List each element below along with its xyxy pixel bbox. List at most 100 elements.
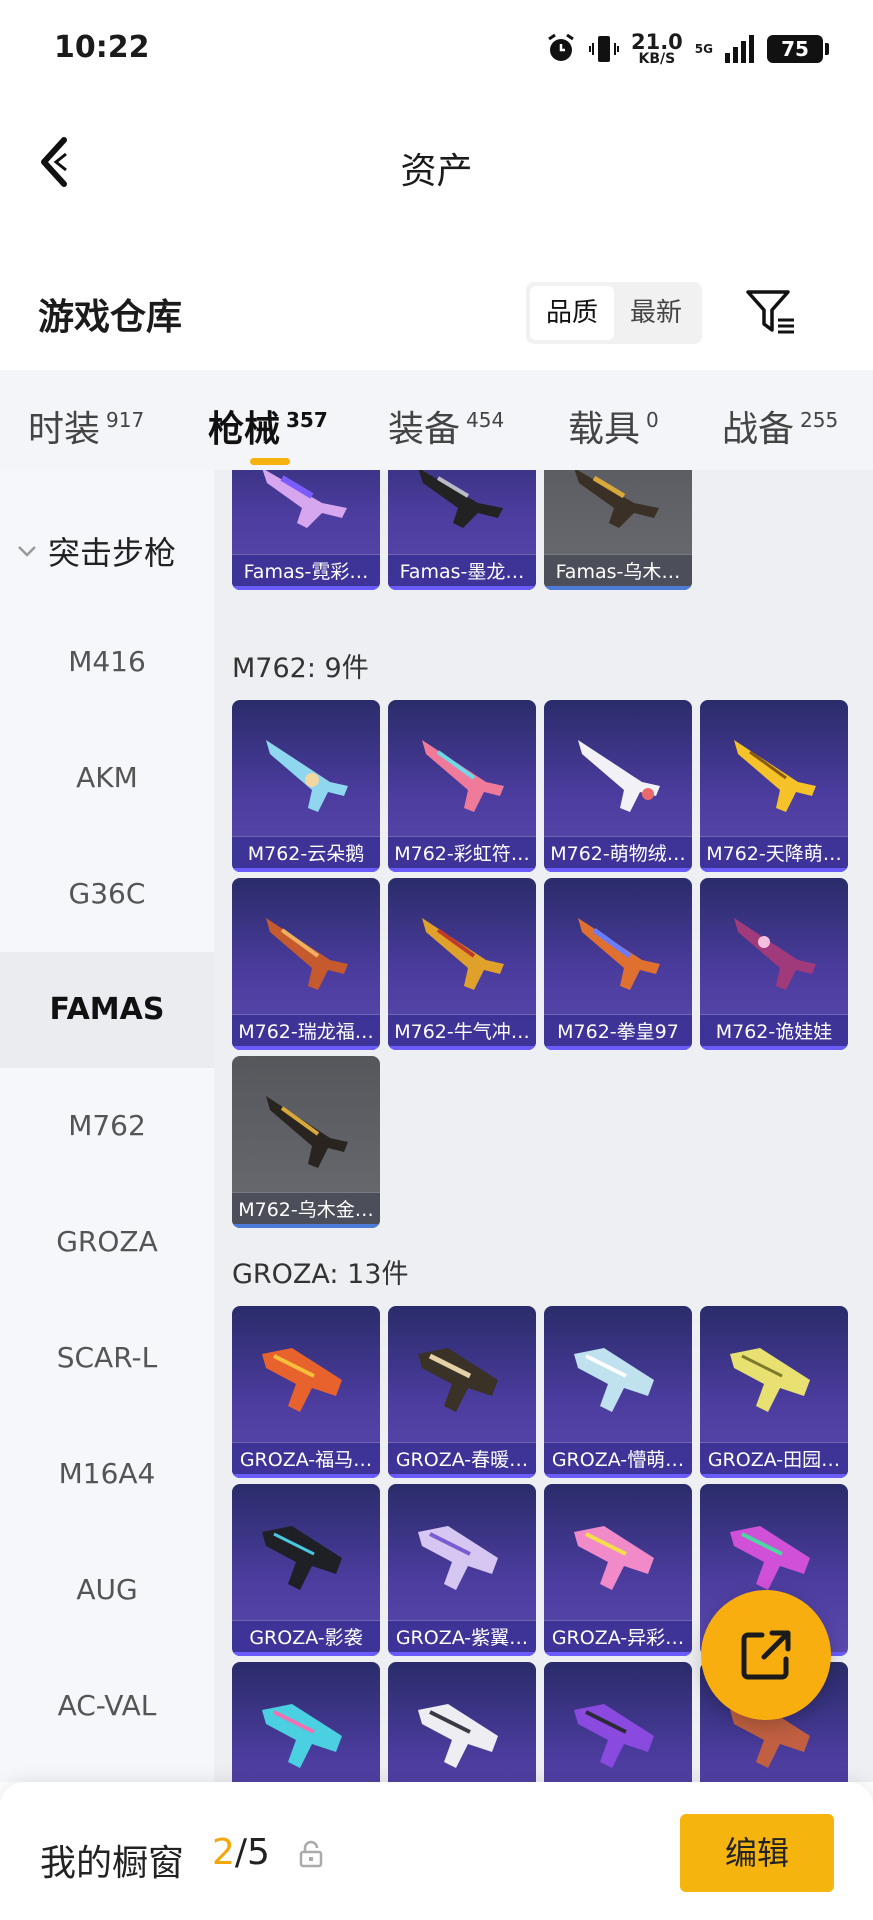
rifle-icon (734, 918, 816, 990)
tab-count: 357 (286, 408, 328, 432)
skin-name: GROZA-懵萌… (544, 1442, 692, 1478)
skin-card[interactable]: GROZA-异彩… (544, 1484, 692, 1656)
alarm-icon (548, 33, 574, 61)
skin-name: GROZA-异彩… (544, 1620, 692, 1656)
page-title: 资产 (400, 151, 473, 192)
nav-bar: 资产 (0, 110, 873, 220)
rifle-icon (734, 740, 816, 812)
rarity-bar (232, 586, 380, 590)
skin-card[interactable]: M762-云朵鹅 (232, 700, 380, 872)
sidebar-item-ac-val[interactable]: AC-VAL (0, 1648, 214, 1764)
rifle-icon (730, 1526, 810, 1590)
skin-card[interactable] (544, 1662, 692, 1782)
sidebar-category[interactable]: 突击步枪 (16, 528, 176, 574)
showcase-current: 2 (212, 1832, 235, 1873)
sidebar-item-scar-l[interactable]: SCAR-L (0, 1300, 214, 1416)
filter-icon[interactable] (744, 286, 796, 338)
vibrate-icon (588, 36, 619, 62)
skin-name: M762-诡娃娃 (700, 1014, 848, 1050)
tab-count: 917 (106, 408, 145, 432)
sidebar-item-akm[interactable]: AKM (0, 720, 214, 836)
rarity-bar (232, 1474, 380, 1478)
skin-name: M762-拳皇97 (544, 1014, 692, 1050)
skin-name: M762-瑞龙福… (232, 1014, 380, 1050)
weapon-sidebar: 突击步枪 M416 AKM G36C FAMAS M762 GROZA SCAR… (0, 470, 214, 1782)
sidebar-item-aug[interactable]: AUG (0, 1532, 214, 1648)
sort-quality-option[interactable]: 品质 (530, 286, 614, 340)
rarity-bar (388, 586, 536, 590)
rarity-bar (232, 1046, 380, 1050)
skin-card[interactable]: GROZA-春暖… (388, 1306, 536, 1478)
skin-card[interactable]: Famas-墨龙… (388, 470, 536, 590)
speed-value: 21.0 (630, 30, 683, 54)
sidebar-item-m16a4[interactable]: M16A4 (0, 1416, 214, 1532)
skin-card[interactable]: GROZA-紫翼… (388, 1484, 536, 1656)
tab-guns[interactable]: 枪械 357 (208, 400, 328, 452)
sidebar-item-m762[interactable]: M762 (0, 1068, 214, 1184)
showcase-label: 我的橱窗 (40, 1843, 185, 1884)
tab-equipment[interactable]: 装备 454 (388, 400, 504, 452)
rifle-icon (574, 1526, 654, 1590)
lock-icon[interactable] (298, 1840, 324, 1868)
rifle-icon (578, 740, 660, 812)
rarity-bar (232, 1224, 380, 1228)
tab-count: 255 (800, 408, 839, 432)
rarity-bar (544, 1046, 692, 1050)
rifle-icon (574, 1348, 654, 1412)
sidebar-item-groza[interactable]: GROZA (0, 1184, 214, 1300)
rifle-icon (266, 1096, 348, 1168)
rarity-bar (388, 868, 536, 872)
skin-card[interactable]: GROZA-影袭 (232, 1484, 380, 1656)
skin-card[interactable]: M762-彩虹符… (388, 700, 536, 872)
rifle-icon (418, 1526, 498, 1590)
speed-unit: KB/S (638, 51, 676, 67)
edit-button[interactable]: 编辑 (680, 1814, 834, 1892)
skin-card[interactable]: GROZA-田园… (700, 1306, 848, 1478)
battery-indicator: 75 (767, 35, 829, 63)
rifle-icon (418, 1704, 498, 1768)
skin-name: M762-天降萌… (700, 836, 848, 872)
rarity-bar (388, 1046, 536, 1050)
signal-icon (725, 35, 754, 63)
rifle-icon (422, 740, 504, 812)
skin-card[interactable]: M762-拳皇97 (544, 878, 692, 1050)
skin-card[interactable] (388, 1662, 536, 1782)
tab-vehicles[interactable]: 载具 0 (568, 400, 659, 452)
tab-label: 枪械 (208, 409, 281, 450)
skin-card[interactable]: Famas-霓彩… (232, 470, 380, 590)
rarity-bar (544, 1652, 692, 1656)
skin-card[interactable] (232, 1662, 380, 1782)
showcase-count: 2/5 (212, 1832, 270, 1873)
sidebar-item-m416[interactable]: M416 (0, 604, 214, 720)
rifle-icon (418, 470, 503, 528)
tab-label: 载具 (568, 409, 641, 450)
tab-supplies[interactable]: 战备 255 (722, 400, 838, 452)
skin-card[interactable]: GROZA-福马… (232, 1306, 380, 1478)
skin-card[interactable]: M762-牛气冲… (388, 878, 536, 1050)
sidebar-item-famas[interactable]: FAMAS (0, 952, 214, 1068)
rarity-bar (700, 1474, 848, 1478)
skin-name: GROZA-春暖… (388, 1442, 536, 1478)
sort-latest-option[interactable]: 最新 (614, 286, 698, 340)
rarity-bar (700, 868, 848, 872)
skin-card[interactable]: M762-萌物绒… (544, 700, 692, 872)
skin-card[interactable]: Famas-乌木… (544, 470, 692, 590)
rifle-icon (266, 740, 348, 812)
rifle-icon (262, 1704, 342, 1768)
skin-card[interactable]: M762-诡娃娃 (700, 878, 848, 1050)
tab-label: 战备 (722, 409, 795, 450)
tab-fashion[interactable]: 时装 917 (28, 400, 144, 452)
share-button[interactable] (701, 1590, 831, 1720)
skin-card[interactable]: M762-瑞龙福… (232, 878, 380, 1050)
tab-count: 0 (646, 408, 659, 432)
sidebar-item-g36c[interactable]: G36C (0, 836, 214, 952)
skin-grid: Famas-霓彩… Famas-墨龙… Famas-乌木… M762: 9件 M… (214, 470, 873, 1782)
status-time: 10:22 (54, 30, 150, 65)
tab-label: 装备 (388, 409, 461, 450)
share-icon (741, 1630, 791, 1680)
rifle-icon (578, 918, 660, 990)
skin-card[interactable]: GROZA-懵萌… (544, 1306, 692, 1478)
skin-card[interactable]: M762-天降萌… (700, 700, 848, 872)
skin-name: Famas-霓彩… (232, 554, 380, 590)
skin-card[interactable]: M762-乌木金… (232, 1056, 380, 1228)
